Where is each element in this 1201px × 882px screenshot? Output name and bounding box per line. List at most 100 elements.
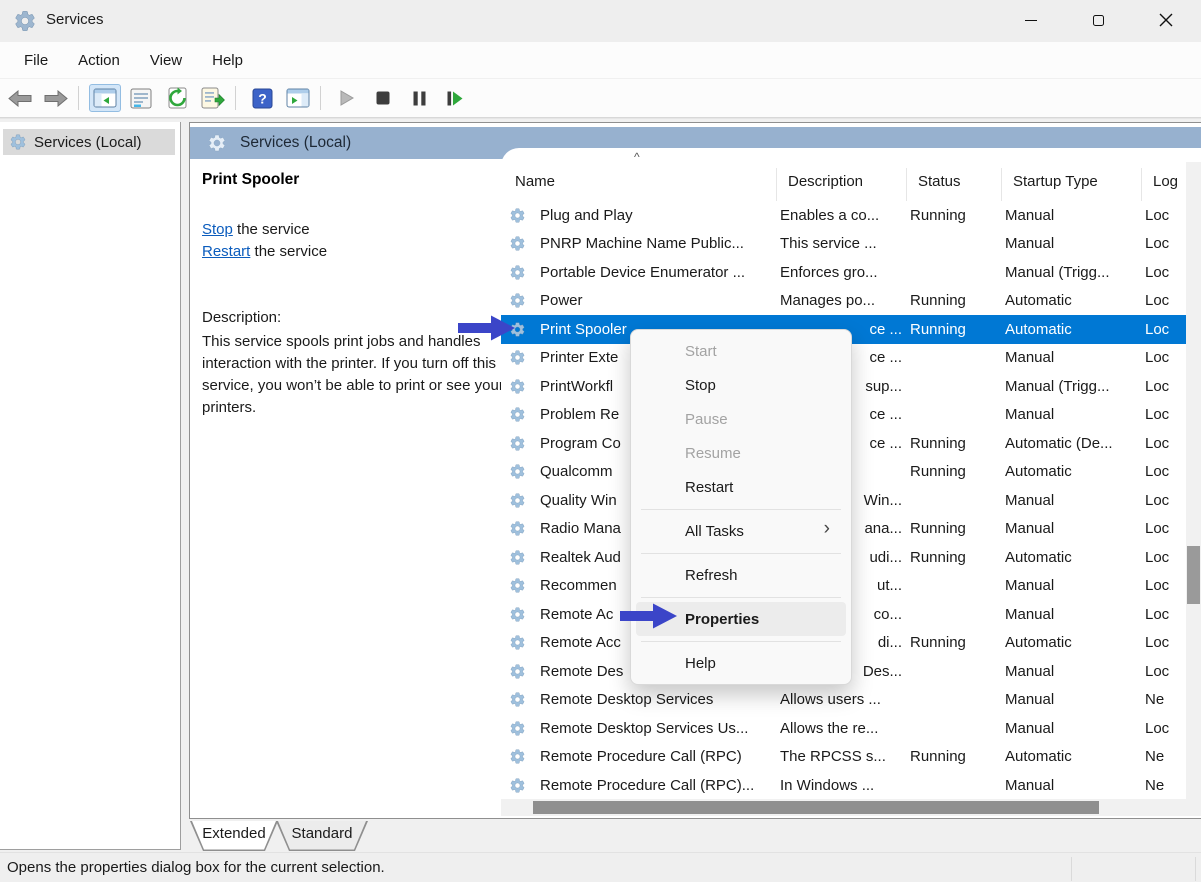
tab-standard[interactable]: Standard: [276, 821, 368, 851]
cell-startup-type: Manual (Trigg...: [1005, 378, 1145, 395]
context-menu-item-help[interactable]: Help ›: [636, 646, 846, 680]
cell-log-on-as: Loc: [1145, 435, 1186, 452]
cell-log-on-as: Loc: [1145, 378, 1186, 395]
service-gear-icon: [509, 235, 526, 252]
table-row[interactable]: PNRP Machine Name Public... This service…: [501, 230, 1186, 259]
cell-startup-type: Automatic (De...: [1005, 435, 1145, 452]
service-gear-icon: [509, 264, 526, 281]
vertical-scrollbar-thumb[interactable]: [1187, 546, 1200, 604]
refresh-icon: [166, 87, 189, 109]
show-action-pane-button[interactable]: [282, 84, 314, 112]
show-console-tree-button[interactable]: [89, 84, 121, 112]
column-divider[interactable]: [906, 168, 907, 201]
stop-service-line: Stop the service: [202, 221, 310, 238]
vertical-scrollbar[interactable]: [1186, 162, 1201, 799]
cell-startup-type: Manual: [1005, 777, 1145, 794]
annotation-arrow-print-spooler: [458, 314, 516, 342]
column-header-name[interactable]: Name: [515, 173, 555, 190]
cell-startup-type: Manual: [1005, 577, 1145, 594]
column-divider[interactable]: [1141, 168, 1142, 201]
start-service-icon: [340, 90, 354, 106]
cell-description: Allows users ...: [780, 691, 910, 708]
column-header-startup-type[interactable]: Startup Type: [1013, 173, 1098, 190]
minimize-button[interactable]: [1008, 0, 1054, 40]
stop-service-icon: [376, 91, 390, 105]
forward-button[interactable]: [40, 84, 72, 112]
content-area: Services (Local) Services (Local) Print …: [0, 118, 1201, 852]
pause-service-button[interactable]: [403, 84, 435, 112]
properties-toolbar-button[interactable]: [125, 84, 157, 112]
cell-status: Running: [910, 520, 1005, 537]
maximize-button[interactable]: [1075, 0, 1121, 40]
cell-status: Running: [910, 321, 1005, 338]
services-icon: [207, 133, 227, 153]
context-menu-item-restart[interactable]: Restart ›: [636, 470, 846, 504]
cell-log-on-as: Ne: [1145, 777, 1186, 794]
table-row[interactable]: Remote Procedure Call (RPC) The RPCSS s.…: [501, 743, 1186, 772]
service-gear-icon: [509, 463, 526, 480]
column-divider[interactable]: [1001, 168, 1002, 201]
column-header-log-on-as[interactable]: Log: [1153, 173, 1178, 190]
service-gear-icon: [509, 349, 526, 366]
cell-startup-type: Manual (Trigg...: [1005, 264, 1145, 281]
context-menu-item-stop[interactable]: Stop ›: [636, 368, 846, 402]
table-row[interactable]: Remote Procedure Call (RPC)... In Window…: [501, 771, 1186, 800]
start-service-button[interactable]: [331, 84, 363, 112]
back-button[interactable]: [4, 84, 36, 112]
service-gear-icon: [509, 292, 526, 309]
horizontal-scrollbar-thumb[interactable]: [533, 801, 1099, 814]
cell-log-on-as: Loc: [1145, 577, 1186, 594]
service-gear-icon: [509, 663, 526, 680]
service-gear-icon: [509, 577, 526, 594]
selected-service-name: Print Spooler: [202, 171, 299, 189]
minimize-icon: [1025, 20, 1037, 21]
cell-log-on-as: Loc: [1145, 634, 1186, 651]
cell-status: Running: [910, 634, 1005, 651]
column-divider[interactable]: [776, 168, 777, 201]
column-header-description[interactable]: Description: [788, 173, 863, 190]
restart-service-button[interactable]: [439, 84, 471, 112]
stop-service-button[interactable]: [367, 84, 399, 112]
services-app-icon: [13, 9, 37, 33]
cell-log-on-as: Loc: [1145, 549, 1186, 566]
menu-file[interactable]: File: [10, 46, 62, 75]
restart-service-line: Restart the service: [202, 243, 327, 260]
tree-item-label: Services (Local): [34, 134, 142, 151]
tab-standard-label: Standard: [276, 825, 368, 842]
show-console-tree-icon: [93, 88, 117, 108]
cell-description: In Windows ...: [780, 777, 910, 794]
service-gear-icon: [509, 777, 526, 794]
table-row[interactable]: Remote Desktop Services Allows users ...…: [501, 686, 1186, 715]
help-toolbar-button[interactable]: ?: [246, 84, 278, 112]
tab-extended[interactable]: Extended: [190, 821, 278, 851]
sort-ascending-icon: ^: [634, 150, 640, 164]
context-menu-item-all-tasks[interactable]: All Tasks ›: [636, 514, 846, 548]
horizontal-scrollbar[interactable]: [501, 799, 1201, 816]
services-icon: [9, 133, 27, 151]
table-row[interactable]: Portable Device Enumerator ... Enforces …: [501, 258, 1186, 287]
context-menu-item-refresh[interactable]: Refresh ›: [636, 558, 846, 592]
table-row[interactable]: Remote Desktop Services Us... Allows the…: [501, 714, 1186, 743]
stop-service-suffix: the service: [233, 221, 310, 238]
service-gear-icon: [509, 748, 526, 765]
cell-log-on-as: Loc: [1145, 264, 1186, 281]
column-header-status[interactable]: Status: [918, 173, 961, 190]
cell-startup-type: Automatic: [1005, 292, 1145, 309]
cell-status: Running: [910, 748, 1005, 765]
menu-view[interactable]: View: [136, 46, 196, 75]
tree-item-services-local[interactable]: Services (Local): [3, 129, 175, 155]
menu-action[interactable]: Action: [64, 46, 134, 75]
stop-service-link[interactable]: Stop: [202, 221, 233, 238]
refresh-toolbar-button[interactable]: [161, 84, 193, 112]
cell-log-on-as: Loc: [1145, 606, 1186, 623]
menu-help[interactable]: Help: [198, 46, 257, 75]
restart-service-link[interactable]: Restart: [202, 243, 250, 260]
cell-log-on-as: Loc: [1145, 720, 1186, 737]
cell-name: Remote Procedure Call (RPC)...: [535, 777, 780, 794]
table-row[interactable]: Power Manages po... Running Automatic Lo…: [501, 287, 1186, 316]
export-list-button[interactable]: [197, 84, 229, 112]
service-gear-icon: [509, 720, 526, 737]
cell-startup-type: Manual: [1005, 406, 1145, 423]
table-row[interactable]: Plug and Play Enables a co... Running Ma…: [501, 201, 1186, 230]
close-button[interactable]: [1143, 0, 1189, 40]
